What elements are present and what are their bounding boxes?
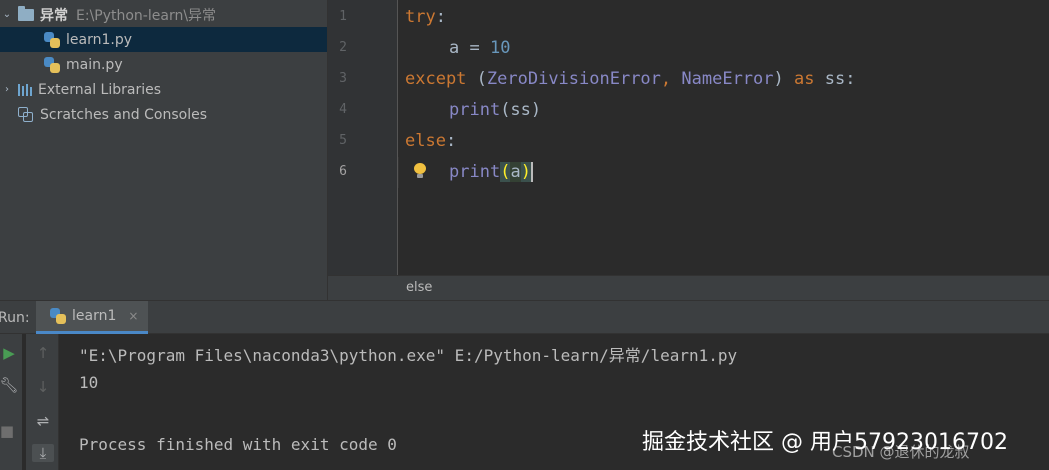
project-panel: ⌄ 异常 E:\Python-learn\异常 learn1.py main.p… [0,0,327,300]
console-line: 10 [79,373,99,392]
external-libraries-label: External Libraries [38,81,161,98]
folder-icon [18,5,34,21]
run-tab-learn1[interactable]: learn1 × [36,301,148,334]
builtin-function: print [449,162,501,182]
console-line: Process finished with exit code 0 [79,435,397,454]
exception-class: NameError [681,69,774,89]
run-tab-label: learn1 [72,308,117,324]
punct: ) [773,69,794,89]
punct: : [435,7,446,27]
scratches-label: Scratches and Consoles [40,106,207,123]
run-toolbar-secondary: ↑ ↓ ⇌ ⤓ [26,334,59,470]
code-text: a = [449,38,490,58]
code-text: ss: [814,69,856,89]
code-text: (ss) [500,100,542,120]
python-file-icon [44,31,60,48]
tree-file-learn1[interactable]: learn1.py [0,27,327,52]
library-icon [18,83,32,96]
line-number: 4 [339,102,347,117]
matched-paren: ) [520,162,531,182]
close-icon[interactable]: × [128,309,138,323]
code-line-4[interactable]: print(ss) [449,100,541,120]
scroll-to-end-icon[interactable]: ⤓ [32,444,54,462]
editor-gutter[interactable]: 1 2 3 4 5 6 [328,0,398,275]
breadcrumb-item[interactable]: else [406,280,432,295]
python-icon [50,308,66,324]
scratches-icon [18,106,34,123]
keyword: try [405,7,436,27]
lightbulb-icon[interactable] [413,163,427,179]
root-folder-path: E:\Python-learn\异常 [76,7,217,24]
keyword: except [405,69,467,89]
line-number: 6 [339,164,347,179]
text-caret [530,162,533,182]
run-tool-header: Run: learn1 × [0,300,1049,334]
punct: : [445,131,457,151]
run-toolbar: ▶ 🔧︎ ■ [0,334,22,470]
arrow-up-icon[interactable]: ↑ [32,344,54,362]
stop-icon[interactable]: ■ [0,422,18,440]
code-line-2[interactable]: a = 10 [449,38,510,58]
rerun-icon[interactable]: ▶ [0,344,20,362]
builtin-function: print [449,100,501,120]
file-name: learn1.py [66,31,132,48]
matched-paren: ( [500,162,511,182]
tree-external-libraries[interactable]: › External Libraries [0,77,327,102]
code-text: a [510,162,521,182]
line-number: 3 [339,71,347,86]
console-line: "E:\Program Files\naconda3\python.exe" E… [79,346,738,365]
line-number: 2 [339,40,347,55]
root-folder-name: 异常 [40,7,68,24]
keyword: as [794,69,815,89]
punct: ( [466,69,487,89]
punct: , [660,69,682,89]
python-file-icon [44,56,60,73]
tree-file-main[interactable]: main.py [0,52,327,77]
chevron-down-icon[interactable]: ⌄ [0,9,14,20]
watermark-secondary: CSDN @退休的龙叔 [832,443,970,461]
run-label: Run: [0,310,30,326]
breadcrumb: else [328,275,1049,300]
line-number: 5 [339,133,347,148]
code-editor[interactable]: try: a = 10 except (ZeroDivisionError, N… [399,0,1049,275]
code-line-1[interactable]: try: [405,7,446,27]
code-line-5[interactable]: else: [405,131,456,151]
wrench-icon[interactable]: 🔧︎ [0,376,20,394]
code-line-6[interactable]: print(a) [449,162,533,182]
tree-root-folder[interactable]: ⌄ 异常 E:\Python-learn\异常 [0,2,327,27]
number-literal: 10 [489,38,511,58]
exception-class: ZeroDivisionError [486,69,661,89]
file-name: main.py [66,56,123,73]
tree-scratches[interactable]: Scratches and Consoles [0,102,327,127]
arrow-down-icon[interactable]: ↓ [32,378,54,396]
chevron-right-icon[interactable]: › [0,84,14,95]
keyword: else [405,131,446,151]
code-line-3[interactable]: except (ZeroDivisionError, NameError) as… [405,69,855,89]
line-number: 1 [339,9,347,24]
soft-wrap-icon[interactable]: ⇌ [32,412,54,430]
